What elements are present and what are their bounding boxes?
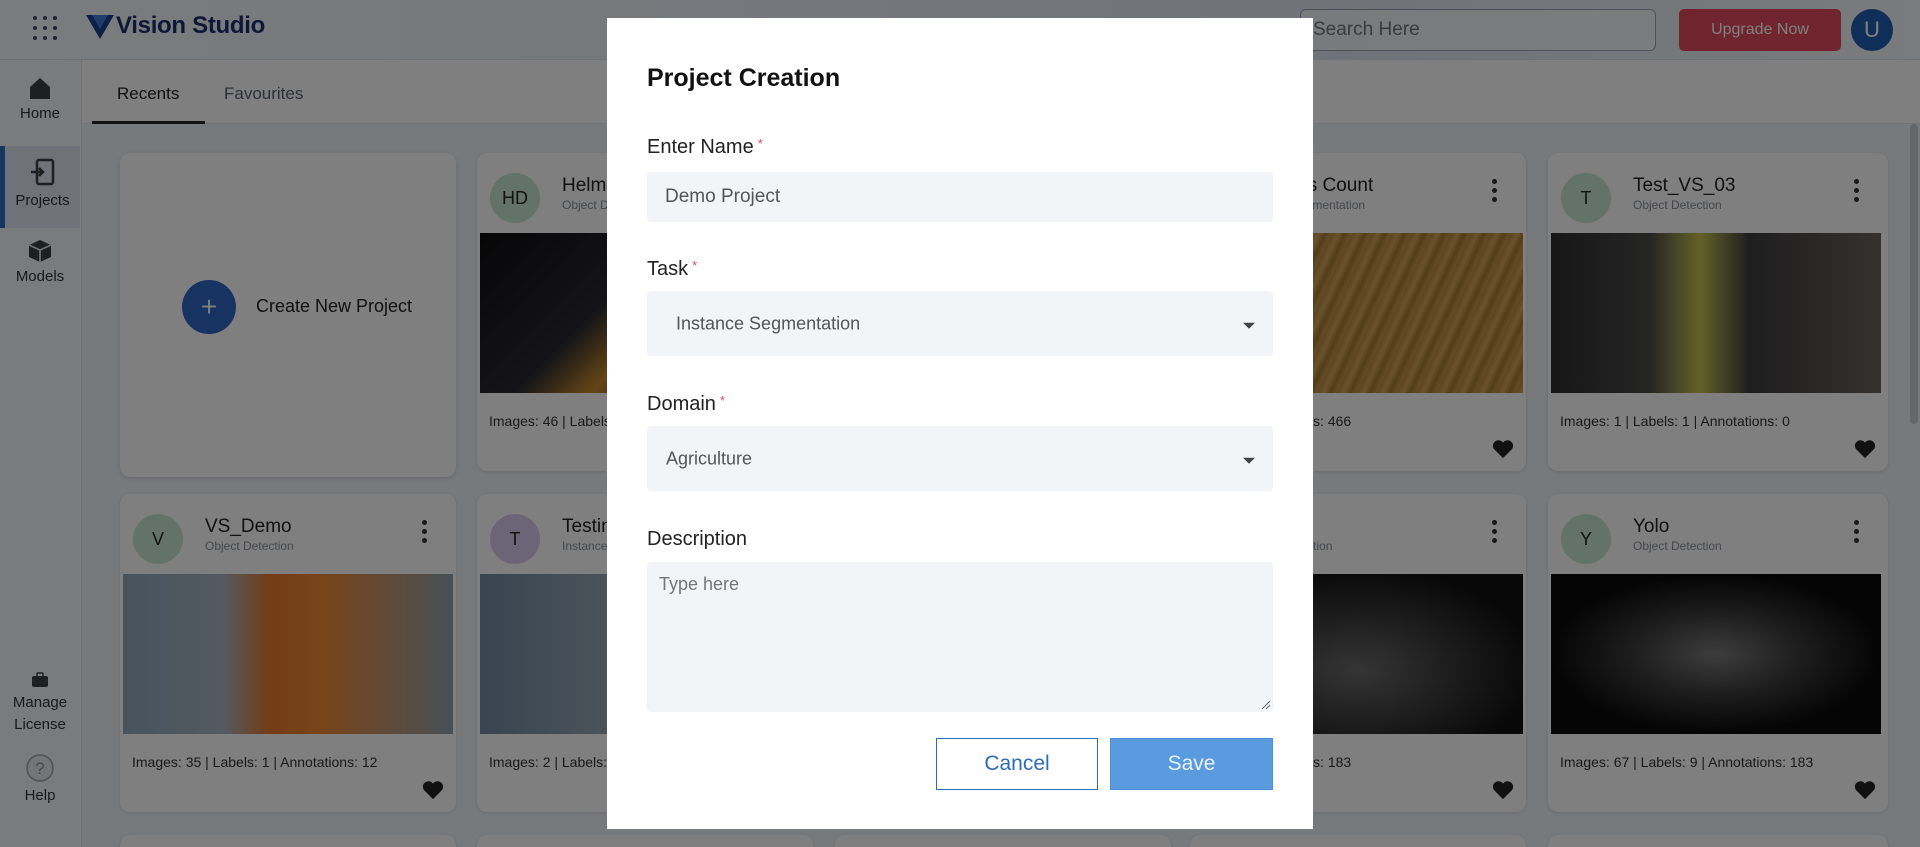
task-select[interactable]: Instance Segmentation xyxy=(647,291,1273,356)
chevron-down-icon xyxy=(1243,322,1255,329)
description-field-label: Description xyxy=(647,528,748,550)
required-mark: * xyxy=(719,393,725,408)
domain-label-text: Domain xyxy=(647,393,716,415)
project-creation-dialog: Project Creation Enter Name* Task* Insta… xyxy=(607,18,1313,829)
description-wrapper xyxy=(647,562,1273,712)
domain-select[interactable]: Agriculture xyxy=(647,426,1273,491)
description-textarea[interactable] xyxy=(647,562,1273,712)
domain-field-label: Domain * xyxy=(647,393,725,416)
name-field-label: Enter Name * xyxy=(647,136,763,159)
cancel-button[interactable]: Cancel xyxy=(936,738,1098,790)
project-name-input[interactable] xyxy=(647,172,1273,222)
task-label-text: Task xyxy=(647,258,689,280)
required-mark: * xyxy=(692,258,698,273)
task-field-label: Task * xyxy=(647,258,697,281)
required-mark: * xyxy=(757,136,763,151)
chevron-down-icon xyxy=(1243,457,1255,464)
name-label-text: Enter Name xyxy=(647,136,754,158)
dialog-title: Project Creation xyxy=(647,64,841,92)
save-button[interactable]: Save xyxy=(1110,738,1273,790)
domain-selected-value: Agriculture xyxy=(666,448,753,468)
task-selected-value: Instance Segmentation xyxy=(676,313,861,333)
resize-handle-icon[interactable] xyxy=(1260,699,1270,709)
